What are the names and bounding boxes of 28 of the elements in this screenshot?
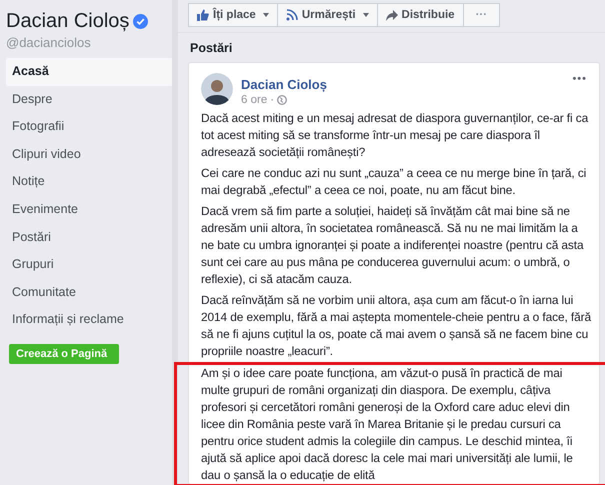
sidebar-item[interactable]: Clipuri video xyxy=(6,140,172,168)
section-title: Postări xyxy=(190,41,234,55)
separator: · xyxy=(270,94,274,106)
avatar-icon xyxy=(201,73,233,105)
rss-icon xyxy=(286,9,298,21)
post-menu-button[interactable]: ••• xyxy=(572,73,587,85)
author-name[interactable]: Dacian Cioloș xyxy=(241,77,564,92)
sidebar-item[interactable]: Fotografii xyxy=(6,113,172,141)
page-handle: @dacianciolos xyxy=(6,35,92,50)
sidebar-item[interactable]: Grupuri xyxy=(6,251,172,279)
follow-button[interactable]: Urmărești xyxy=(276,3,378,27)
sidebar-item[interactable]: Notițe xyxy=(6,168,172,196)
share-arrow-icon xyxy=(386,10,398,20)
like-button[interactable]: Îți place xyxy=(188,3,278,27)
post-paragraph: Dacă acest miting e un mesaj adresat de diaspora guvernanților, ce-ar fi ca tot acest miting să se transforme într-un mesaj pe care diaspora îl adresează societății românești? xyxy=(200,110,590,161)
sidebar-item[interactable]: Comunitate xyxy=(6,278,172,306)
post-paragraph: Dacă reînvățăm să ne vorbim unii altora, așa cum am făcut-o în iarna lui 2014 de exemplu, fără a mai aștepta momentele-cheie pentru a o face, fără să ne fi ajuns cuțitul la os, poate că mai avem o șansă să ne facem bine cu propriile noastre „leacuri”. xyxy=(200,292,592,360)
sidebar-item[interactable]: Acasă xyxy=(6,58,172,86)
post-paragraph: Dacă vrem să fim parte a soluției, haideți să învățăm cât mai bine să ne adresăm unii altora, în societatea românească. Să nu ne mai limităm la a ne bate cu umbra ignoranței și poate a indiferenței noastre (pentru că asta sunt cei care au pus mâna pe conducerea guvernului acum: o umbră, o reflexie), ci să atacăm cauza. xyxy=(200,203,585,288)
page-name: Dacian Cioloș xyxy=(6,10,130,33)
share-button[interactable]: Distribuie xyxy=(376,3,464,27)
highlighted-paragraph: Am și o idee care poate funcționa, am văzut-o pusă în practică de mai multe grupuri de români organizați din diaspora. De exemplu, câțiva profesori și cercetători români generoși de la Oxford care aduc elevi din licee din România peste vară în Marea Britanie și le predau cursuri ca pentru orice student admis la colegiile din campus. Le deschid mintea, îi ajută să aplice apoi dacă doresc la cele mai mari universități ale lumii, le dau o șansă la o educație de elită xyxy=(177,365,605,484)
sidebar-item[interactable]: Informații și reclame xyxy=(6,306,172,334)
sidebar-item[interactable]: Evenimente xyxy=(6,196,172,224)
thumbs-up-icon xyxy=(197,9,209,21)
post-paragraph: Cei care ne conduc azi nu sunt „cauza” a ceea ce nu merge bine în țară, ci mai degrabă „efectul” a ceea ce noi, poate, nu am făcut bine. xyxy=(200,165,588,199)
sidebar-item[interactable]: Despre xyxy=(6,86,172,114)
sidebar-item[interactable]: Postări xyxy=(6,224,172,252)
